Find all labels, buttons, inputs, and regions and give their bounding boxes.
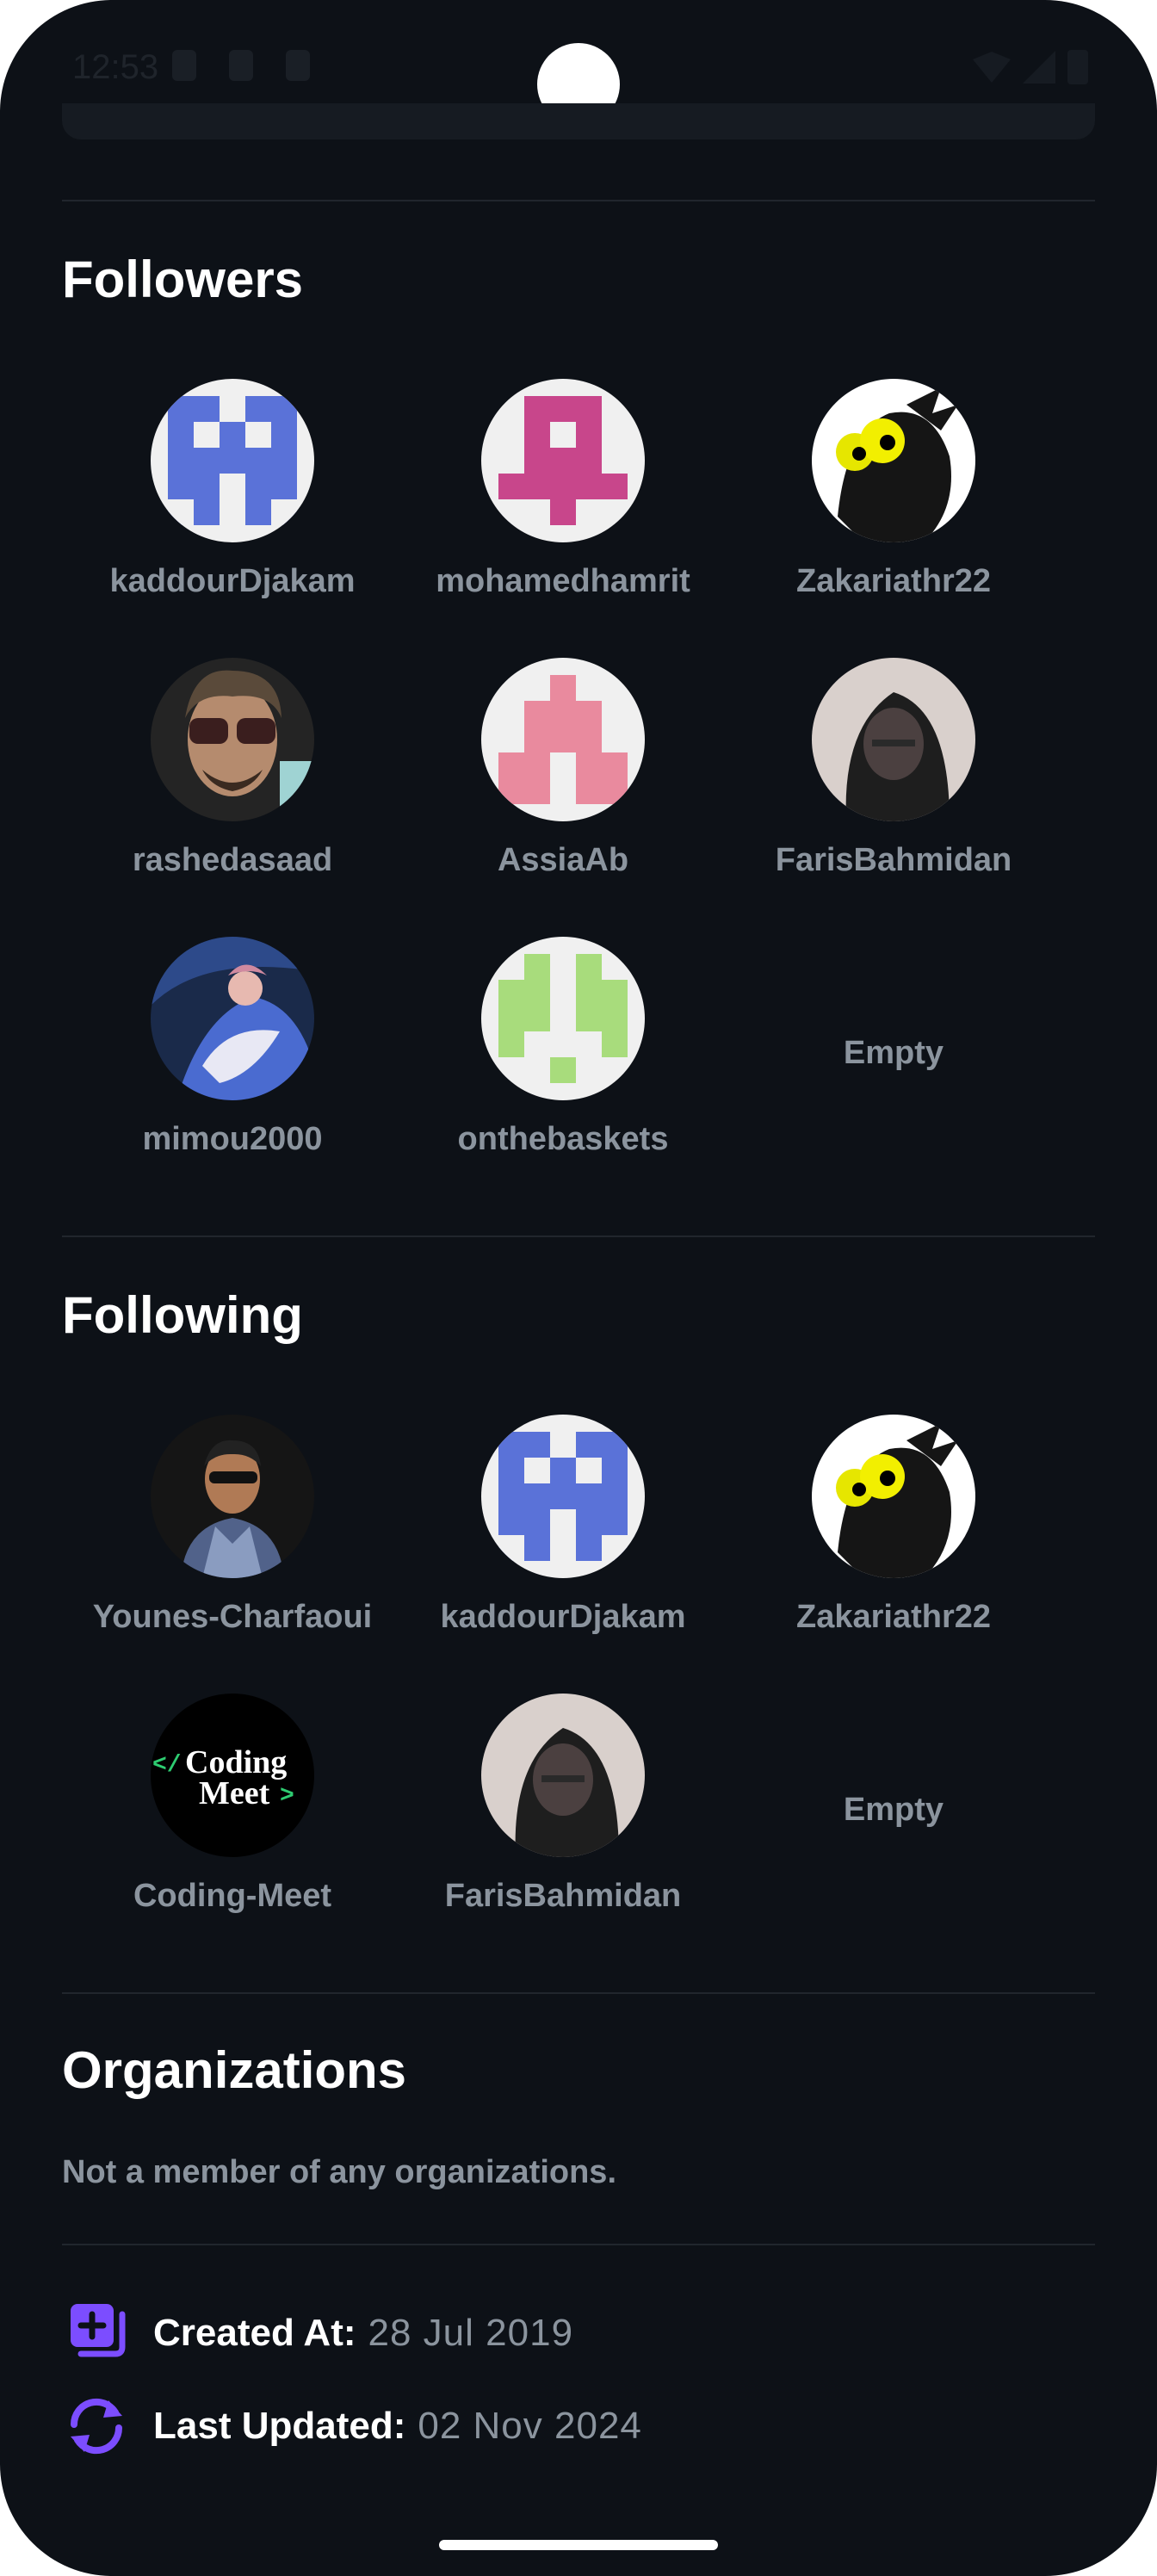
- avatar: [812, 379, 975, 542]
- calendar-add-icon: [71, 2304, 126, 2357]
- followers-title: Followers: [62, 251, 304, 308]
- username: FarisBahmidan: [775, 842, 1012, 878]
- username: Coding-Meet: [133, 1878, 332, 1914]
- cartoon-creature-image: [812, 379, 975, 542]
- cartoon-creature-image: [812, 1415, 975, 1578]
- avatar: [481, 937, 645, 1100]
- follower-item[interactable]: rashedasaad: [67, 658, 398, 916]
- avatar: [481, 1694, 645, 1857]
- divider: [62, 2244, 1095, 2245]
- username: kaddourDjakam: [109, 563, 356, 599]
- follower-item[interactable]: mimou2000: [67, 937, 398, 1195]
- follower-item[interactable]: Zakariathr22: [728, 379, 1059, 637]
- refresh-icon: [70, 2398, 123, 2455]
- sim-card-icon: [229, 50, 253, 81]
- home-indicator[interactable]: [439, 2540, 718, 2550]
- created-at-row: Created At: 28 Jul 2019: [62, 2299, 573, 2368]
- avatar: [151, 379, 314, 542]
- username: rashedasaad: [132, 842, 333, 878]
- created-at-label: Created At:: [153, 2312, 356, 2354]
- username: Zakariathr22: [795, 1599, 991, 1635]
- avatar: [812, 658, 975, 821]
- follower-item[interactable]: mohamedhamrit: [398, 379, 728, 637]
- avatar: [481, 658, 645, 821]
- user-photo-image: [481, 1694, 645, 1857]
- previous-section-card: [62, 103, 1095, 139]
- following-item[interactable]: kaddourDjakam: [398, 1415, 728, 1673]
- shield-icon: [172, 50, 196, 81]
- logo-line2: Meet: [199, 1775, 270, 1811]
- coding-meet-logo-image: </ Coding Meet >: [151, 1694, 314, 1857]
- divider: [62, 1992, 1095, 1994]
- username: mohamedhamrit: [436, 563, 690, 599]
- username: kaddourDjakam: [440, 1599, 686, 1635]
- avatar: [151, 937, 314, 1100]
- user-photo-image: [812, 658, 975, 821]
- divider: [62, 1235, 1095, 1237]
- signal-icon: [1023, 51, 1055, 84]
- user-photo-image: [151, 1415, 314, 1578]
- created-at-value: 28 Jul 2019: [368, 2312, 574, 2354]
- follower-item[interactable]: kaddourDjakam: [67, 379, 398, 637]
- username: AssiaAb: [497, 842, 629, 878]
- username: Zakariathr22: [795, 563, 991, 599]
- empty-slot: Empty: [843, 1035, 944, 1071]
- follower-item[interactable]: FarisBahmidan: [728, 658, 1059, 916]
- identicon-blue-image: [151, 379, 314, 542]
- user-photo-image: [151, 658, 314, 821]
- username: onthebaskets: [457, 1121, 669, 1157]
- username: Younes-Charfaoui: [92, 1599, 373, 1635]
- avatar: </ Coding Meet >: [151, 1694, 314, 1857]
- svg-text:>: >: [280, 1783, 294, 1810]
- last-updated-row: Last Updated: 02 Nov 2024: [62, 2392, 642, 2461]
- divider: [62, 200, 1095, 201]
- following-item[interactable]: FarisBahmidan: [398, 1694, 728, 1952]
- organizations-empty-message: Not a member of any organizations.: [62, 2154, 616, 2190]
- font-icon: [286, 50, 310, 81]
- follower-item[interactable]: onthebaskets: [398, 937, 728, 1195]
- avatar: [481, 1415, 645, 1578]
- username: FarisBahmidan: [444, 1878, 682, 1914]
- last-updated-value: 02 Nov 2024: [418, 2405, 642, 2447]
- identicon-rose-image: [481, 658, 645, 821]
- username: mimou2000: [142, 1121, 323, 1157]
- identicon-blue-image: [481, 1415, 645, 1578]
- avatar: [151, 658, 314, 821]
- battery-icon: [1067, 50, 1088, 84]
- following-title: Following: [62, 1286, 303, 1344]
- organizations-title: Organizations: [62, 2041, 407, 2099]
- avatar: [151, 1415, 314, 1578]
- identicon-green-image: [481, 937, 645, 1100]
- follower-item[interactable]: AssiaAb: [398, 658, 728, 916]
- following-item[interactable]: </ Coding Meet > Coding-Meet: [67, 1694, 398, 1952]
- svg-text:</: </: [152, 1752, 182, 1779]
- following-item[interactable]: Younes-Charfaoui: [67, 1415, 398, 1673]
- last-updated-label: Last Updated:: [153, 2405, 406, 2447]
- identicon-pink-image: [481, 379, 645, 542]
- following-item[interactable]: Zakariathr22: [728, 1415, 1059, 1673]
- wifi-icon: [973, 52, 1011, 83]
- anime-art-image: [151, 937, 314, 1100]
- avatar: [481, 379, 645, 542]
- phone-screen: 12:53 Followers kaddourDjakam mohamedham…: [0, 0, 1157, 2576]
- avatar: [812, 1415, 975, 1578]
- status-time: 12:53: [72, 48, 159, 86]
- empty-slot: Empty: [843, 1792, 944, 1828]
